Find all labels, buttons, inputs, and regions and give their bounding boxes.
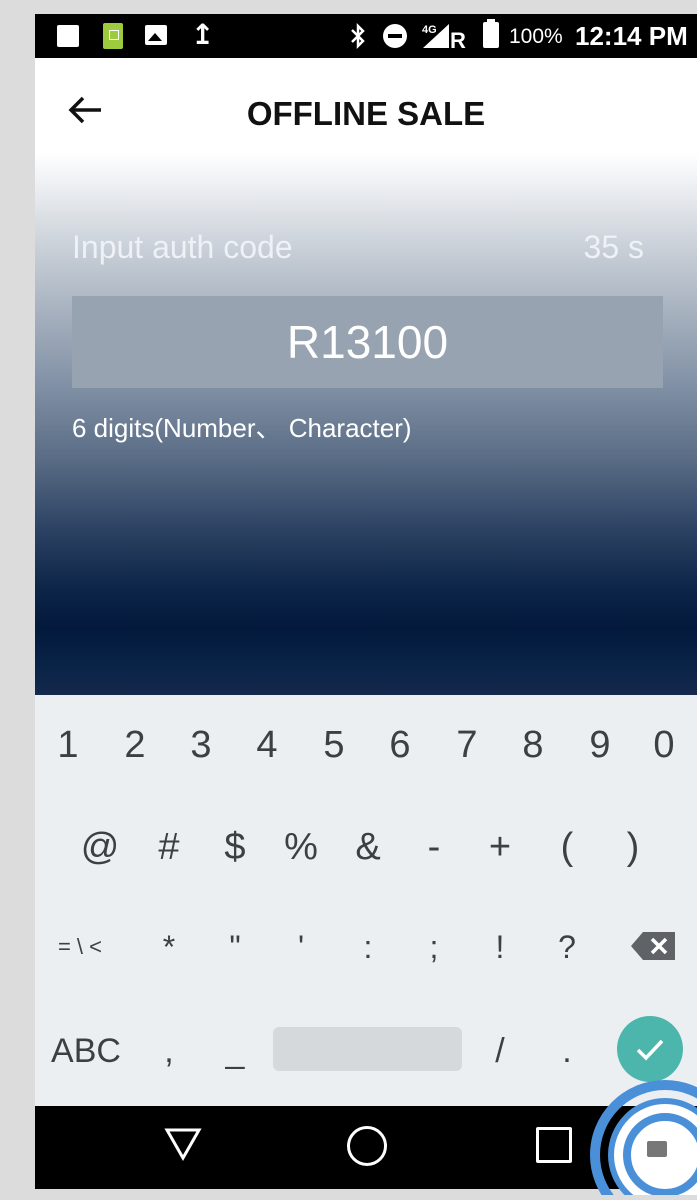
battery-icon (483, 19, 499, 48)
screen-edge (0, 0, 35, 1189)
key-minus[interactable]: - (401, 817, 467, 877)
app-bar: OFFLINE SALE (35, 58, 697, 168)
auth-code-hint: 6 digits(Number、 Character) (72, 413, 412, 443)
status-bar: ↥ 4G R 100% 12:14 PM (35, 14, 697, 58)
key-9[interactable]: 9 (567, 715, 633, 775)
clock: 12:14 PM (575, 21, 688, 51)
key-colon[interactable]: : (335, 917, 401, 977)
roaming-indicator: R (450, 28, 466, 50)
key-ampersand[interactable]: & (335, 817, 401, 877)
key-close-paren[interactable]: ) (600, 817, 666, 877)
space-key[interactable] (273, 1027, 462, 1071)
symbol-keyboard: 1 2 3 4 5 6 7 8 9 0 @ # $ % & - + ( ) = … (35, 695, 697, 1106)
sim-card-icon (103, 23, 123, 49)
key-hash[interactable]: # (136, 817, 202, 877)
key-3[interactable]: 3 (168, 715, 234, 775)
do-not-disturb-icon (383, 24, 407, 48)
key-semicolon[interactable]: ; (401, 917, 467, 977)
key-dollar[interactable]: $ (202, 817, 268, 877)
network-type-text: 4G (422, 24, 437, 36)
key-question[interactable]: ? (534, 917, 600, 977)
key-at[interactable]: @ (67, 817, 133, 877)
backspace-icon (631, 932, 675, 960)
key-exclamation[interactable]: ! (467, 917, 533, 977)
phone-screen: ↥ 4G R 100% 12:14 PM OFFLINE SALE Input … (35, 14, 697, 1189)
square-recents-icon[interactable] (536, 1127, 572, 1163)
signal-icon: 4G R (421, 22, 467, 53)
circle-home-icon[interactable] (347, 1126, 387, 1166)
check-icon (636, 1039, 664, 1061)
key-open-paren[interactable]: ( (534, 817, 600, 877)
key-0[interactable]: 0 (631, 715, 697, 775)
floating-bubble-icon (590, 1080, 697, 1200)
enter-key[interactable] (617, 1016, 683, 1082)
auth-code-label: Input auth code (72, 229, 293, 265)
notification-square-icon (57, 25, 79, 47)
key-6[interactable]: 6 (367, 715, 433, 775)
bluetooth-icon (349, 22, 367, 57)
key-period[interactable]: . (534, 1021, 600, 1081)
key-5[interactable]: 5 (301, 715, 367, 775)
page-title: OFFLINE SALE (246, 95, 486, 132)
key-abc[interactable]: ABC (51, 1021, 121, 1081)
auth-code-input[interactable] (72, 296, 663, 388)
triangle-back-icon (164, 1128, 202, 1162)
key-slash[interactable]: / (467, 1021, 533, 1081)
key-more-symbols[interactable]: = \ < (47, 917, 113, 977)
key-single-quote[interactable]: ' (268, 917, 334, 977)
nav-back-button[interactable] (163, 1124, 203, 1164)
key-double-quote[interactable]: " (202, 917, 268, 977)
key-asterisk[interactable]: * (136, 917, 202, 977)
key-underscore[interactable]: _ (202, 1021, 268, 1081)
screen-edge-top (35, 0, 697, 14)
key-7[interactable]: 7 (434, 715, 500, 775)
battery-percent: 100% (509, 25, 563, 48)
key-comma[interactable]: , (136, 1021, 202, 1081)
key-1[interactable]: 1 (35, 715, 101, 775)
upload-icon: ↥ (191, 19, 215, 50)
image-notification-icon (145, 25, 167, 45)
key-percent[interactable]: % (268, 817, 334, 877)
auth-code-screen: OFFLINE SALE Input auth code 35 s 6 digi… (35, 58, 697, 695)
key-plus[interactable]: + (467, 817, 533, 877)
countdown-timer: 35 s (583, 229, 644, 265)
key-8[interactable]: 8 (500, 715, 566, 775)
key-4[interactable]: 4 (234, 715, 300, 775)
key-2[interactable]: 2 (102, 715, 168, 775)
backspace-key[interactable] (627, 919, 681, 973)
floating-overlay-bubble[interactable] (585, 1075, 697, 1200)
